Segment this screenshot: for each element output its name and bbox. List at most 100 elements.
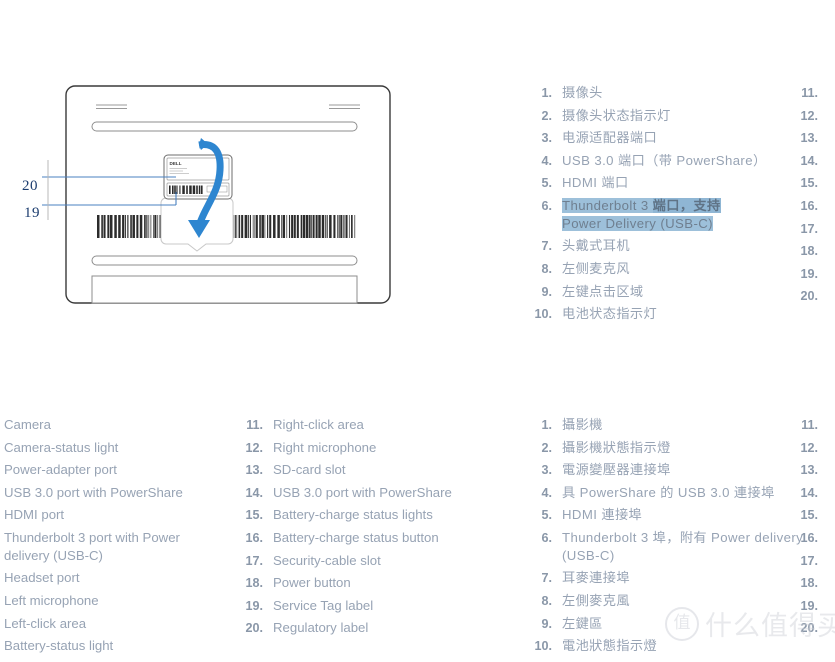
list-item-number: 19. — [245, 598, 263, 613]
list-item[interactable]: 12. — [796, 109, 835, 123]
list-item[interactable]: 19. — [796, 599, 835, 613]
selected-text-latin: Thunderbolt 3 — [562, 197, 653, 213]
list-item[interactable]: 2. 摄像头状态指示灯 — [530, 108, 835, 123]
component-list-english-left: 1. Camera 2. Camera-status light 3. Powe… — [0, 418, 232, 662]
list-item[interactable]: 11. Right-click area — [241, 418, 511, 432]
list-item-number: 14. — [800, 485, 818, 500]
list-item[interactable]: 14. — [796, 154, 835, 168]
list-item[interactable]: 4. 具 PowerShare 的 USB 3.0 連接埠 — [530, 486, 830, 500]
list-item[interactable]: 13. — [796, 463, 835, 477]
list-item-label: SD-card slot — [273, 462, 346, 478]
component-list-traditional-chinese: 1. 攝影機 2. 攝影機狀態指示燈 3. 電源變壓器連接埠 4. 具 Powe… — [530, 418, 830, 662]
list-item[interactable]: 18. — [796, 244, 835, 258]
list-item-label: 摄像头 — [562, 85, 603, 100]
list-item[interactable]: 15. — [796, 176, 835, 190]
list-item[interactable]: 4. USB 3.0 port with PowerShare — [0, 486, 232, 500]
list-item[interactable]: 3. Power-adapter port — [0, 463, 232, 477]
list-item-number: 7. — [541, 571, 552, 586]
list-item[interactable]: 12. Right microphone — [241, 440, 511, 455]
laptop-diagram-svg: DELL — [42, 85, 391, 304]
list-item[interactable]: 18. — [796, 576, 835, 590]
list-item[interactable]: 19. Service Tag label — [241, 599, 511, 613]
list-item[interactable]: 6. Thunderbolt 3 埠，附有 Power delivery (USB… — [530, 530, 830, 564]
list-item[interactable]: 4. USB 3.0 端口（带 PowerShare） — [530, 154, 835, 168]
list-item[interactable]: 20. — [796, 289, 835, 303]
list-item[interactable]: 14. — [796, 486, 835, 500]
list-item[interactable]: 20. — [796, 621, 835, 635]
list-item[interactable]: 13. — [796, 131, 835, 145]
list-item[interactable]: 7. 耳麥連接埠 — [530, 571, 830, 585]
list-item[interactable]: 9. Left-click area — [0, 616, 232, 631]
list-item[interactable]: 12. — [796, 441, 835, 455]
list-item[interactable]: 1. 攝影機 — [530, 418, 830, 432]
list-item[interactable]: 18. Power button — [241, 576, 511, 590]
list-item[interactable]: 15. Battery-charge status lights — [241, 508, 511, 522]
list-item-number: 14. — [800, 153, 818, 168]
list-item[interactable]: 11. — [796, 86, 835, 100]
list-item-label: Service Tag label — [273, 597, 374, 613]
list-item[interactable]: 5. HDMI 端口 — [530, 176, 835, 190]
list-item[interactable]: 3. 電源變壓器連接埠 — [530, 463, 830, 477]
list-item[interactable]: 6. Thunderbolt 3 port with Powerdelivery… — [0, 531, 232, 563]
list-item-number: 11. — [246, 418, 263, 432]
list-item[interactable]: 8. 左侧麦克风 — [530, 262, 835, 276]
list-item[interactable]: 19. — [796, 267, 835, 281]
list-item-label: Left microphone — [4, 592, 99, 608]
list-item-label: Battery-status light — [4, 638, 114, 654]
component-list-english-right: 11. Right-click area 12. Right microphon… — [241, 418, 511, 644]
list-item[interactable]: 16. — [796, 199, 835, 213]
list-item[interactable]: 11. — [796, 418, 835, 432]
list-item[interactable]: 16. Battery-charge status button — [241, 531, 511, 545]
list-item[interactable]: 1. Camera — [0, 418, 232, 432]
list-item-label: Camera-status light — [4, 439, 119, 455]
list-item[interactable]: 15. — [796, 508, 835, 522]
list-item[interactable]: 14. USB 3.0 port with PowerShare — [241, 486, 511, 500]
list-item[interactable]: 10. 電池狀態指示燈 — [530, 639, 830, 653]
component-list-traditional-chinese-right-numbers: 11. 12. 13. 14. 15. 16. 17. 18. 19. 20. — [796, 418, 835, 644]
list-item[interactable]: 8. Left microphone — [0, 594, 232, 608]
list-item-label: HDMI 連接埠 — [562, 507, 643, 523]
list-item-number: 14. — [245, 485, 263, 500]
list-item-number: 15. — [245, 508, 263, 523]
list-item-number: 1. — [541, 86, 552, 100]
list-item[interactable]: 3. 电源适配器端口 — [530, 131, 835, 145]
list-item[interactable]: 2. 攝影機狀態指示燈 — [530, 440, 830, 455]
list-item[interactable]: 5. HDMI 連接埠 — [530, 508, 830, 522]
list-item[interactable]: 17. Security-cable slot — [241, 553, 511, 568]
list-item[interactable]: 7. Headset port — [0, 571, 232, 585]
list-item[interactable]: 10. 电池状态指示灯 — [530, 307, 835, 321]
list-item[interactable]: 17. — [796, 222, 835, 236]
list-item[interactable]: 2. Camera-status light — [0, 439, 232, 455]
list-item[interactable]: 20. Regulatory label — [241, 621, 511, 635]
list-item-label: 電源變壓器連接埠 — [562, 462, 671, 478]
list-item[interactable]: 7. 头戴式耳机 — [530, 239, 835, 253]
list-item[interactable]: 9. 左键点击区域 — [530, 284, 835, 299]
list-item-number: 9. — [541, 284, 552, 299]
list-item[interactable]: 8. 左側麥克風 — [530, 594, 830, 608]
list-item-label: Battery-charge status button — [273, 529, 439, 545]
list-item[interactable]: 13. SD-card slot — [241, 463, 511, 477]
list-item[interactable]: 16. — [796, 531, 835, 545]
list-item-number: 10. — [534, 639, 552, 654]
list-item-number: 6. — [541, 530, 552, 545]
list-item-label-line2: (USB-C) — [562, 548, 615, 564]
list-item-label: 左侧麦克风 — [562, 260, 630, 276]
list-item-label: Battery-charge status lights — [273, 507, 433, 523]
page-root: DELL 20 19 1. 摄像头 2. 摄像头状态指示灯 3. 电源适配器端口… — [0, 0, 835, 652]
component-list-simplified-chinese-right-numbers: 11. 12. 13. 14. 15. 16. 17. 18. 19. 20. — [796, 86, 835, 312]
list-item[interactable]: 10. Battery-status light — [0, 639, 232, 653]
list-item-label: Thunderbolt 3 port with Power delivery (U… — [4, 531, 232, 563]
list-item[interactable]: 17. — [796, 554, 835, 568]
list-item[interactable]: 5. HDMI port — [0, 508, 232, 522]
lower-rubber-foot — [91, 255, 358, 266]
list-item-number: 1. — [541, 418, 552, 432]
list-item[interactable]: 1. 摄像头 — [530, 86, 835, 100]
list-item-label-selected: Thunderbolt 3 端口，支持 Power Delivery (USB-C… — [562, 197, 835, 232]
list-item[interactable]: 9. 左鍵區 — [530, 616, 830, 631]
list-item-number: 20. — [800, 289, 818, 304]
list-item-number: 12. — [245, 440, 263, 455]
list-item-number: 17. — [800, 221, 818, 236]
list-item-selected[interactable]: 6. Thunderbolt 3 端口，支持 Power Delivery (US… — [530, 197, 835, 232]
list-item-number: 10. — [534, 307, 552, 322]
label-brand-text: DELL — [170, 161, 182, 166]
